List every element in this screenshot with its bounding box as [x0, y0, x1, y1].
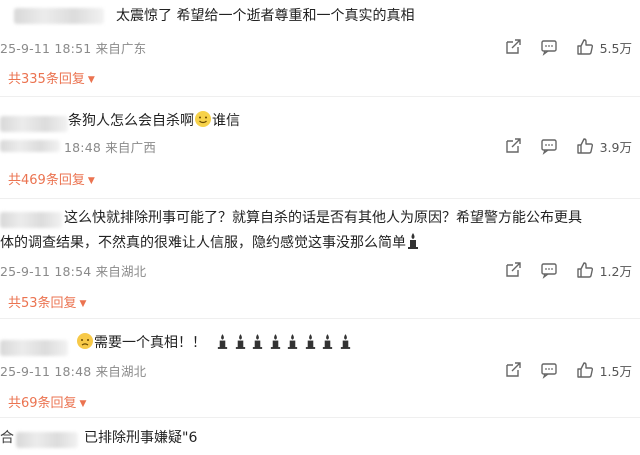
- comment-actions: 5.5万: [486, 37, 632, 57]
- comment-meta: 25-9-11 18:54 来自湖北: [0, 261, 146, 280]
- divider: [0, 96, 640, 97]
- reply-count-text: 共335条回复: [8, 72, 85, 87]
- chevron-down-icon: ▼: [79, 299, 87, 309]
- like-count: 5.5万: [599, 40, 632, 56]
- reply-count-link[interactable]: 共335条回复 ▼: [8, 68, 95, 87]
- comment-text-part: 需要一个真相！！: [94, 335, 206, 351]
- comment-text: 体的调查结果，不然真的很难让人信服，隐约感觉这事没那么简单: [0, 232, 420, 256]
- reply-count-text: 共69条回复: [8, 396, 77, 411]
- candle-emoji-icon: [251, 333, 264, 356]
- blurred-username: [16, 432, 78, 448]
- comment-actions: 3.9万: [486, 136, 632, 156]
- chevron-down-icon: ▼: [87, 176, 95, 186]
- comment-text: 需要一个真相！！: [76, 332, 352, 356]
- comment-meta: 18:48 来自广西: [64, 137, 156, 156]
- candle-emoji-icon: [286, 333, 299, 356]
- comment-item: 太震惊了 希望给一个逝者尊重和一个真实的真相 25-9-11 18:51 来自广…: [0, 0, 640, 100]
- comment-item: 这么快就排除刑事可能了？就算自杀的话是否有其他人为原因？希望警方能公布更具 体的…: [0, 200, 640, 318]
- candle-emoji-icon: [234, 333, 247, 356]
- candle-emoji-icon: [321, 333, 334, 356]
- comment-date: 25-9-11 18:51: [0, 41, 92, 56]
- like-count: 3.9万: [599, 139, 632, 155]
- share-icon[interactable]: [504, 137, 522, 155]
- comment-date: 18:48: [64, 140, 102, 155]
- comment-text-part: 谁信: [212, 113, 240, 129]
- comment-location: 来自湖北: [95, 264, 147, 279]
- blurred-username: [0, 340, 68, 356]
- comment-location: 来自广东: [95, 41, 147, 56]
- comment-text: 太震惊了 希望给一个逝者尊重和一个真实的真相: [116, 8, 415, 24]
- comment-icon[interactable]: [540, 38, 558, 56]
- comment-meta: 25-9-11 18:51 来自广东: [0, 38, 146, 57]
- blurred-username: [14, 8, 104, 24]
- like-icon[interactable]: [576, 137, 594, 155]
- like-icon[interactable]: [576, 38, 594, 56]
- comment-text: 已排除刑事嫌疑"6: [84, 430, 198, 446]
- comment-text: 条狗人怎么会自杀啊 谁信: [68, 110, 240, 134]
- comment-meta: 25-9-11 18:48 来自湖北: [0, 361, 146, 380]
- divider: [0, 318, 640, 319]
- reply-count-text: 共469条回复: [8, 173, 85, 188]
- like-count: 1.2万: [599, 263, 632, 279]
- like-icon[interactable]: [576, 261, 594, 279]
- reply-count-text: 共53条回复: [8, 296, 77, 311]
- comment-text-part: 体的调查结果，不然真的很难让人信服，隐约感觉这事没那么简单: [0, 235, 406, 251]
- comment-item: 条狗人怎么会自杀啊 谁信 18:48 来自广西 3.9万 共469条回复 ▼: [0, 100, 640, 200]
- comment-location: 来自广西: [105, 140, 157, 155]
- comment-location: 来自湖北: [95, 364, 147, 379]
- comment-date: 25-9-11 18:54: [0, 264, 92, 279]
- candle-emoji-icon: [216, 333, 229, 356]
- chevron-down-icon: ▼: [79, 399, 87, 409]
- blurred-avatar-fragment: [0, 140, 60, 152]
- comment-icon[interactable]: [540, 361, 558, 379]
- share-icon[interactable]: [504, 361, 522, 379]
- like-icon[interactable]: [576, 361, 594, 379]
- comment-item: 需要一个真相！！ 25-9-11 18:48 来自湖北 1.5万 共69条回复 ▼: [0, 320, 640, 418]
- comment-icon[interactable]: [540, 261, 558, 279]
- comment-date: 25-9-11 18:48: [0, 364, 92, 379]
- blurred-username: [0, 116, 68, 132]
- comment-text-part: 条狗人怎么会自杀啊: [68, 113, 194, 129]
- candle-emoji-icon: [406, 232, 420, 256]
- comment-actions: 1.5万: [486, 360, 632, 380]
- candle-emoji-row: [216, 334, 351, 351]
- divider: [0, 417, 640, 418]
- comment-text: 这么快就排除刑事可能了？就算自杀的话是否有其他人为原因？希望警方能公布更具: [64, 210, 582, 226]
- candle-emoji-icon: [304, 333, 317, 356]
- reply-count-link[interactable]: 共469条回复 ▼: [8, 169, 95, 188]
- share-icon[interactable]: [504, 261, 522, 279]
- comment-item: 合 已排除刑事嫌疑"6: [0, 420, 640, 455]
- comment-icon[interactable]: [540, 137, 558, 155]
- blurred-username: [0, 212, 62, 228]
- like-count: 1.5万: [599, 363, 632, 379]
- candle-emoji-icon: [269, 333, 282, 356]
- partial-username: 合: [0, 430, 14, 446]
- reply-count-link[interactable]: 共53条回复 ▼: [8, 292, 86, 311]
- divider: [0, 198, 640, 199]
- smile-emoji-icon: [194, 110, 212, 134]
- sad-emoji-icon: [76, 332, 94, 356]
- share-icon[interactable]: [504, 38, 522, 56]
- reply-count-link[interactable]: 共69条回复 ▼: [8, 392, 86, 411]
- chevron-down-icon: ▼: [87, 75, 95, 85]
- candle-emoji-icon: [339, 333, 352, 356]
- comment-actions: 1.2万: [486, 260, 632, 280]
